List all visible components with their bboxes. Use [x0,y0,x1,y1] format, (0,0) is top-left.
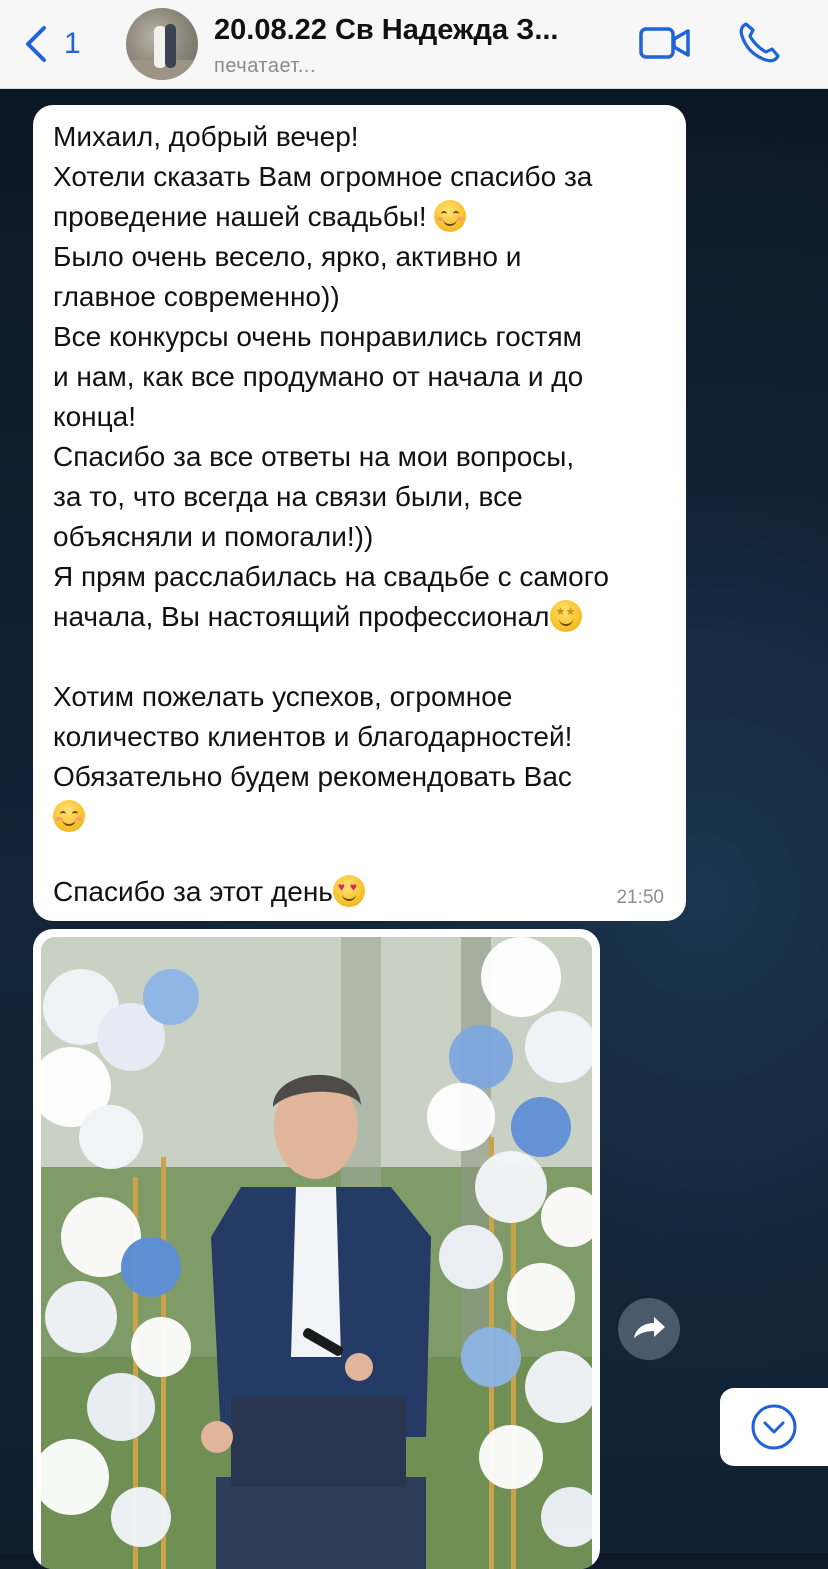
star-struck-emoji-icon: ★ ★ [549,600,582,632]
image-message-bubble[interactable] [33,929,600,1569]
chevron-down-circle-icon [751,1404,797,1450]
message-line: количество клиентов и благодарностей! [53,721,573,752]
chevron-left-icon [26,26,46,62]
message-line: Все конкурсы очень понравились гостям [53,321,582,352]
message-line: за то, что всегда на связи были, все [53,481,523,512]
message-line: главное современно)) [53,281,340,312]
message-line: Хотим пожелать успехов, огромное [53,681,513,712]
avatar[interactable] [126,8,198,80]
message-line: и нам, как все продумано от начала и до [53,361,584,392]
message-line: Было очень весело, ярко, активно и [53,241,522,272]
back-button[interactable]: 1 [22,22,92,66]
message-line [53,800,85,834]
video-camera-icon[interactable] [638,24,692,62]
forward-button[interactable] [618,1298,680,1360]
typing-status: печатает... [214,55,317,77]
incoming-message-bubble[interactable]: Михаил, добрый вечер! Хотели сказать Вам… [33,105,686,921]
message-line: Михаил, добрый вечер! [53,121,359,152]
unread-count: 1 [64,27,81,60]
scroll-to-bottom-button[interactable] [720,1388,828,1466]
message-line: Спасибо за все ответы на мои вопросы, [53,441,575,472]
message-line: Я прям расслабилась на свадьбе с самого [53,561,609,592]
heart-eyes-emoji-icon: ♥ ♥ [332,875,365,907]
chat-header: 1 20.08.22 Св Надежда З... печатает... [0,0,828,89]
phone-icon[interactable] [736,20,782,66]
message-line: Обязательно будем рекомендовать Вас [53,761,572,792]
message-line: Хотели сказать Вам огромное спасибо за [53,161,593,192]
message-line: объясняли и помогали!)) [53,521,374,552]
smiling-emoji-icon [53,800,85,832]
forward-arrow-icon [634,1317,665,1338]
photo-illustration [41,937,592,1569]
message-line: конца! [53,401,136,432]
message-line: Спасибо за этот день ♥ ♥ [53,875,365,909]
chat-title[interactable]: 20.08.22 Св Надежда З... [214,14,614,47]
wedding-photo[interactable] [41,937,592,1569]
message-line: начала, Вы настоящий профессионал ★ ★ [53,600,582,634]
smiling-blush-emoji-icon [434,200,467,232]
message-timestamp: 21:50 [616,887,664,908]
message-line: проведение нашей свадьбы! [53,200,467,234]
